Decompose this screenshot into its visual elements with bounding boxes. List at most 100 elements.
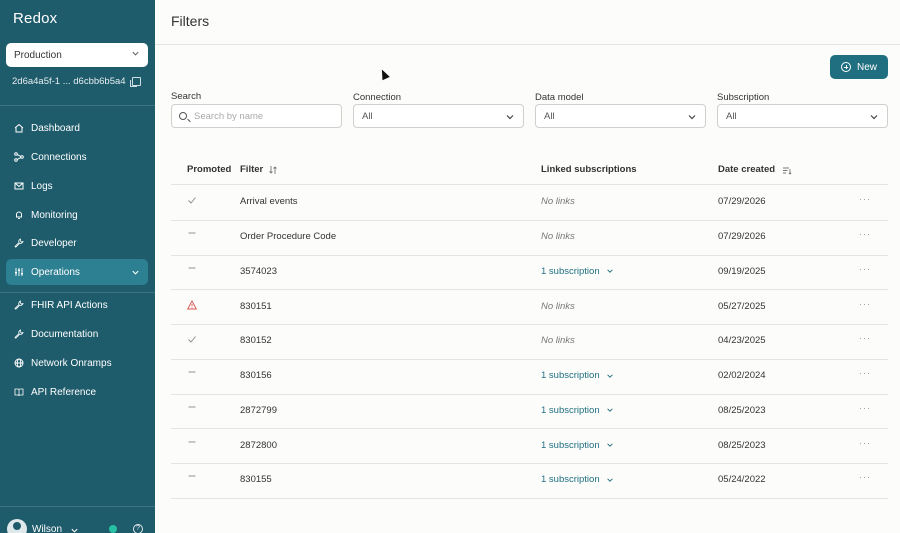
chevron-down-icon <box>506 115 514 120</box>
row-more-menu-icon[interactable]: ··· <box>859 229 871 239</box>
connections-icon <box>14 152 24 162</box>
wrench-icon <box>14 238 24 248</box>
sidebar-item-fhir-api-actions[interactable]: FHIR API Actions <box>6 292 148 318</box>
sidebar-item-operations[interactable]: Operations <box>6 259 148 285</box>
check-icon <box>187 195 197 205</box>
filter-name[interactable]: 2872799 <box>240 405 277 416</box>
linked-subscriptions-toggle[interactable]: 1 subscription <box>541 474 614 485</box>
subscription-select[interactable]: All <box>717 104 888 128</box>
filter-name[interactable]: 3574023 <box>240 266 277 277</box>
subscription-value: All <box>726 110 737 122</box>
environment-id: 2d6a4a5f-1 ... d6cbb6b5a4 <box>12 76 141 87</box>
warning-icon <box>186 299 198 310</box>
user-bar: Wilson ? <box>0 506 155 533</box>
chevron-down-icon <box>132 51 139 56</box>
new-filter-button[interactable]: New <box>830 55 888 79</box>
date-created: 04/23/2025 <box>718 335 766 347</box>
sidebar-item-documentation[interactable]: Documentation <box>6 321 148 347</box>
filter-name[interactable]: Arrival events <box>240 196 298 207</box>
column-header-date-label: Date created <box>718 164 776 175</box>
column-header-date[interactable]: Date created <box>718 164 792 175</box>
sidebar-item-label: Developer <box>31 237 77 249</box>
sidebar-item-label: Connections <box>31 151 87 163</box>
book-icon <box>14 387 24 397</box>
chevron-down-icon <box>132 270 139 275</box>
column-header-promoted: Promoted <box>187 164 232 175</box>
column-header-filter[interactable]: Filter <box>240 164 278 175</box>
page-title: Filters <box>171 13 210 29</box>
linked-subscriptions-text: No links <box>541 300 575 312</box>
linked-subscriptions: No links <box>541 301 575 312</box>
sidebar-item-api-reference[interactable]: API Reference <box>6 379 148 405</box>
row-more-menu-icon[interactable]: ··· <box>859 333 871 343</box>
wrench-icon <box>14 329 24 339</box>
linked-subscriptions: No links <box>541 231 575 242</box>
sidebar-item-label: FHIR API Actions <box>31 299 108 311</box>
linked-subscriptions-toggle[interactable]: 1 subscription <box>541 370 614 381</box>
sidebar-item-label: Network Onramps <box>31 357 112 369</box>
chevron-down-icon[interactable] <box>70 526 79 533</box>
help-icon[interactable]: ? <box>133 524 143 533</box>
table-divider <box>171 358 888 360</box>
row-more-menu-icon[interactable]: ··· <box>859 194 871 204</box>
filter-name[interactable]: Order Procedure Code <box>240 231 336 242</box>
environment-select[interactable]: Production <box>6 43 148 67</box>
subscription-label: Subscription <box>717 92 770 103</box>
bell-icon <box>14 210 24 220</box>
sidebar-item-connections[interactable]: Connections <box>6 144 148 170</box>
environment-value: Production <box>14 49 62 61</box>
date-created: 07/29/2026 <box>718 196 766 208</box>
linked-subscriptions: No links <box>541 335 575 346</box>
avatar[interactable] <box>7 519 27 533</box>
linked-subscriptions-text: 1 subscription <box>541 370 600 382</box>
globe-icon <box>14 358 24 368</box>
linked-subscriptions-toggle[interactable]: 1 subscription <box>541 266 614 277</box>
filter-name[interactable]: 830152 <box>240 335 272 346</box>
chevron-down-icon <box>870 115 878 120</box>
dash-icon <box>187 471 197 481</box>
chevron-down-icon <box>606 374 613 378</box>
sidebar-item-network-onramps[interactable]: Network Onramps <box>6 350 148 376</box>
search-input[interactable]: Search by name <box>171 104 342 128</box>
sidebar-item-monitoring[interactable]: Monitoring <box>6 202 148 228</box>
dash-icon <box>187 437 197 447</box>
data-model-select[interactable]: All <box>535 104 706 128</box>
sidebar-item-label: Operations <box>31 266 80 278</box>
table-divider <box>171 254 888 256</box>
row-more-menu-icon[interactable]: ··· <box>859 403 871 413</box>
sidebar-item-dashboard[interactable]: Dashboard <box>6 115 148 141</box>
filter-name[interactable]: 830155 <box>240 474 272 485</box>
row-more-menu-icon[interactable]: ··· <box>859 438 871 448</box>
search-icon <box>179 112 187 120</box>
dash-icon <box>187 263 197 273</box>
filter-name[interactable]: 830151 <box>240 301 272 312</box>
sidebar-item-label: API Reference <box>31 386 97 398</box>
connection-value: All <box>362 110 373 122</box>
sort-icon[interactable] <box>268 165 278 175</box>
sidebar-item-logs[interactable]: Logs <box>6 173 148 199</box>
user-name[interactable]: Wilson <box>32 524 62 533</box>
row-more-menu-icon[interactable]: ··· <box>859 472 871 482</box>
row-more-menu-icon[interactable]: ··· <box>859 299 871 309</box>
linked-subscriptions-toggle[interactable]: 1 subscription <box>541 440 614 451</box>
date-created: 02/02/2024 <box>718 370 766 382</box>
row-more-menu-icon[interactable]: ··· <box>859 264 871 274</box>
linked-subscriptions-toggle[interactable]: 1 subscription <box>541 405 614 416</box>
copy-icon[interactable] <box>129 77 141 87</box>
chevron-down-icon <box>606 269 613 274</box>
wrench-icon <box>14 300 24 310</box>
sidebar-item-label: Dashboard <box>31 122 80 134</box>
sidebar-item-label: Monitoring <box>31 209 78 221</box>
filter-name[interactable]: 2872800 <box>240 440 277 451</box>
sort-icon[interactable] <box>782 165 792 175</box>
dash-icon <box>187 402 197 412</box>
sidebar-item-label: Logs <box>31 180 53 192</box>
filter-name[interactable]: 830156 <box>240 370 272 381</box>
check-icon <box>187 334 197 344</box>
environment-id-text: 2d6a4a5f-1 ... d6cbb6b5a4 <box>12 76 126 87</box>
row-more-menu-icon[interactable]: ··· <box>859 368 871 378</box>
brand-logo[interactable]: Redox <box>13 10 57 27</box>
sidebar-item-developer[interactable]: Developer <box>6 230 148 256</box>
connection-select[interactable]: All <box>353 104 524 128</box>
new-button-label: New <box>856 61 877 73</box>
